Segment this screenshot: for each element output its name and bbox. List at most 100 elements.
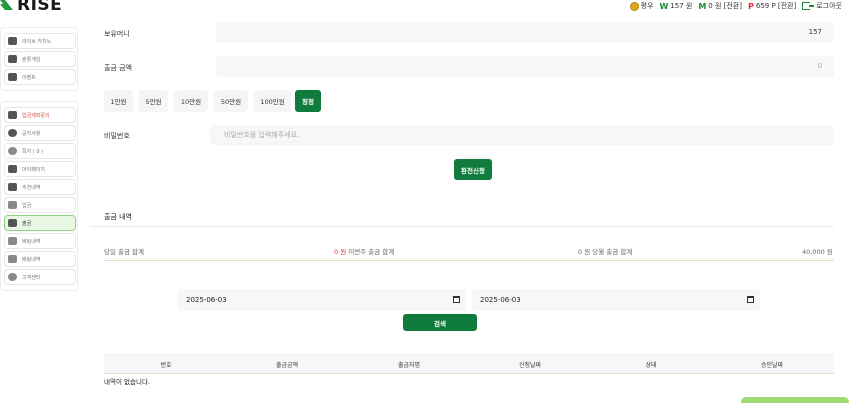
site-logo[interactable]: RISE	[0, 0, 62, 14]
sidebar-item-label: 이벤트	[22, 74, 36, 81]
point-display[interactable]: P 659 P [전환]	[748, 1, 796, 11]
sidebar-item-live-casino[interactable]: 라이브 카지노	[4, 33, 76, 49]
amount-500k-button[interactable]: 50만원	[214, 90, 248, 112]
section-divider	[90, 226, 834, 227]
sidebar-item-deposit[interactable]: 입금	[4, 197, 76, 213]
sidebar-item-mypage[interactable]: 마이페이지	[4, 161, 76, 177]
rank-label: 평우	[640, 2, 654, 10]
point-value[interactable]: 659 P [전환]	[756, 1, 796, 11]
deposit-icon	[8, 201, 17, 209]
sidebar-item-label: 출금	[22, 220, 32, 227]
sidebar-item-label: 입금	[22, 202, 32, 209]
column-status: 상태	[645, 362, 657, 369]
date-from-value: 2025-06-03	[186, 296, 227, 304]
amount-1m-button[interactable]: 100만원	[254, 90, 291, 112]
logout-icon	[802, 2, 815, 10]
sidebar-item-betting[interactable]: 배팅내역	[4, 251, 76, 267]
month-total-label: 당월 출금 합계	[592, 248, 633, 256]
recommend-icon	[8, 183, 17, 191]
mileage-value[interactable]: 0 원 [전환]	[708, 1, 742, 11]
sidebar-item-bet-history[interactable]: 베팅내역	[4, 233, 76, 249]
sidebar-item-label: 배팅내역	[22, 256, 41, 263]
casino-icon	[8, 37, 17, 45]
message-icon	[8, 147, 17, 155]
mileage-display[interactable]: M 0 원 [전환]	[698, 1, 742, 11]
sidebar-group-games: 라이브 카지노 슬롯게임 이벤트	[0, 27, 78, 91]
date-from-input[interactable]: 2025-06-03	[178, 289, 466, 311]
week-total: 0 원 이번주 출금 합계	[334, 246, 394, 256]
calendar-icon[interactable]	[747, 296, 754, 303]
withdraw-amount-field[interactable]: 0	[216, 56, 834, 77]
column-request-date: 신청날짜	[518, 362, 542, 369]
empty-message: 내역이 없습니다.	[104, 378, 150, 386]
reset-button[interactable]: 정정	[295, 90, 321, 112]
password-label: 비밀번호	[104, 132, 130, 140]
amount-50k-button[interactable]: 5만원	[139, 90, 168, 112]
search-button[interactable]: 검색	[403, 314, 477, 331]
sidebar-item-bank-inquiry[interactable]: 입금계좌문의	[4, 107, 76, 123]
password-input[interactable]: 비밀번호를 입력해주세요.	[210, 125, 834, 145]
week-total-value: 0 원	[578, 248, 591, 256]
mileage-icon: M	[698, 1, 707, 11]
money-display: W 157 원	[659, 1, 692, 11]
sidebar-item-label: 슬롯게임	[22, 56, 41, 63]
column-amount: 출금금액	[275, 362, 299, 369]
sidebar-item-label: 쪽지 ( 0 )	[22, 148, 44, 155]
sidebar-group-account: 입금계좌문의 공지사항 쪽지 ( 0 ) 마이페이지 추천내역 입금 출금 베팅…	[0, 101, 78, 291]
sidebar-item-recommend[interactable]: 추천내역	[4, 179, 76, 195]
sidebar-item-label: 입금계좌문의	[22, 112, 50, 119]
amount-100k-button[interactable]: 10만원	[174, 90, 208, 112]
won-icon: W	[659, 1, 669, 11]
money-value: 157 원	[670, 2, 693, 10]
user-icon	[8, 165, 17, 173]
notice-icon	[8, 129, 17, 137]
sidebar: 라이브 카지노 슬롯게임 이벤트 입금계좌문의 공지사항 쪽지 ( 0) 마이…	[0, 27, 78, 301]
sidebar-item-notice[interactable]: 공지사항	[4, 125, 76, 141]
history-table-header: 번호 출금금액 출금자명 신청날짜 상태 승인날짜	[104, 353, 834, 374]
withdraw-icon	[8, 219, 17, 227]
today-total-label: 당일 출금 합계	[104, 248, 145, 256]
sidebar-item-label: 라이브 카지노	[22, 38, 52, 45]
history-title: 출금 내역	[104, 213, 132, 221]
date-to-input[interactable]: 2025-06-03	[472, 289, 760, 311]
withdraw-amount-label: 출금 금액	[104, 64, 132, 72]
calendar-icon[interactable]	[453, 296, 460, 303]
column-approval-date: 승인날짜	[760, 362, 784, 369]
balance-value: 157	[808, 28, 822, 36]
sidebar-item-message[interactable]: 쪽지 ( 0 )	[4, 143, 76, 159]
balance-label: 보유머니	[104, 30, 130, 38]
column-number: 번호	[160, 362, 172, 369]
betting-icon	[8, 255, 17, 263]
sidebar-item-label: 공지사항	[22, 130, 41, 137]
week-total-label: 이번주 출금 합계	[348, 248, 395, 256]
logout-button[interactable]: 로그아웃	[802, 1, 842, 11]
stats-divider	[104, 260, 834, 261]
password-placeholder: 비밀번호를 입력해주세요.	[224, 131, 300, 139]
date-to-value: 2025-06-03	[480, 296, 521, 304]
support-icon	[8, 273, 17, 281]
slot-icon	[8, 55, 17, 63]
today-total-value: 0 원	[334, 248, 347, 256]
top-header: RISE 평우 W 157 원 M 0 원 [전환] P 659 P [전환] …	[0, 0, 850, 14]
amount-10k-button[interactable]: 1만원	[104, 90, 133, 112]
sidebar-item-label: 마이페이지	[22, 166, 46, 173]
sidebar-item-label: 베팅내역	[22, 238, 41, 245]
column-name: 출금자명	[397, 362, 421, 369]
sidebar-item-withdraw[interactable]: 출금	[4, 215, 76, 231]
withdraw-amount-value: 0	[817, 62, 822, 70]
month-total-value: 40,000 원	[802, 248, 833, 256]
bet-history-icon	[8, 237, 17, 245]
withdraw-submit-button[interactable]: 환전신청	[454, 159, 492, 180]
floating-action-button[interactable]	[741, 397, 849, 403]
point-icon: P	[747, 1, 754, 11]
sidebar-item-label: 추천내역	[22, 184, 41, 191]
sidebar-item-label: 고객센터	[22, 274, 41, 281]
rank-display: 평우	[629, 1, 654, 11]
sidebar-item-event[interactable]: 이벤트	[4, 69, 76, 85]
event-icon	[8, 73, 17, 81]
sidebar-item-support[interactable]: 고객센터	[4, 269, 76, 285]
bank-icon	[8, 111, 17, 119]
month-total: 0 원 당월 출금 합계	[578, 246, 632, 256]
logout-label: 로그아웃	[816, 2, 842, 10]
sidebar-item-slot[interactable]: 슬롯게임	[4, 51, 76, 67]
